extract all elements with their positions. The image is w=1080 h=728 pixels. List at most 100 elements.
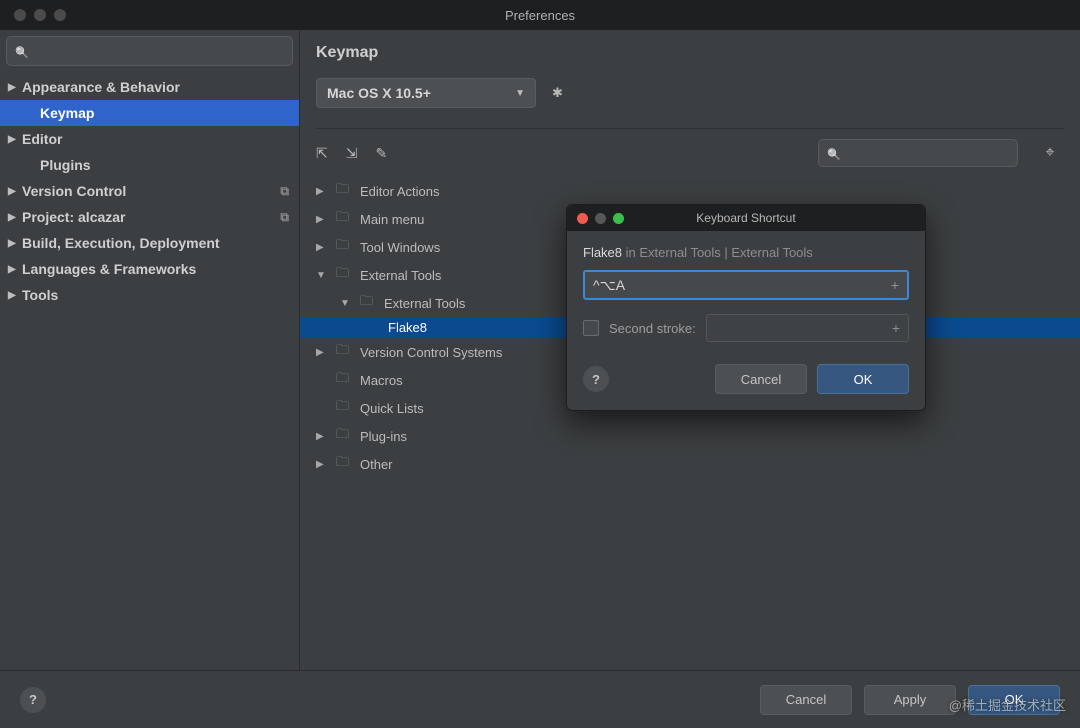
folder-icon: 🗀 — [336, 264, 352, 286]
help-button[interactable]: ? — [583, 366, 609, 392]
second-stroke-row: Second stroke: + — [583, 314, 909, 342]
tree-label: External Tools — [360, 268, 441, 283]
button-label: Apply — [894, 692, 927, 707]
crumb-weak: in External Tools | External Tools — [622, 245, 813, 260]
badge-icon: ⧉ — [280, 184, 289, 199]
dropdown-value: Mac OS X 10.5+ — [327, 85, 431, 101]
sidebar-item-label: Version Control — [22, 183, 126, 199]
watermark: @稀土掘金技术社区 — [949, 695, 1066, 714]
apply-button[interactable]: Apply — [864, 685, 956, 715]
shortcut-input[interactable]: ^⌥A + — [583, 270, 909, 300]
keymap-scheme-dropdown[interactable]: Mac OS X 10.5+ ▼ — [316, 78, 536, 108]
close-icon[interactable] — [14, 9, 26, 21]
dialog-title: Keyboard Shortcut — [696, 211, 795, 225]
dialog-cancel-button[interactable]: Cancel — [715, 364, 807, 394]
second-stroke-checkbox[interactable] — [583, 320, 599, 336]
traffic-lights — [14, 9, 66, 21]
help-button[interactable]: ? — [20, 687, 46, 713]
sidebar-item-label: Editor — [22, 131, 62, 147]
collapse-all-icon[interactable]: ⇲ — [346, 145, 358, 162]
minimize-icon — [595, 213, 606, 224]
dialog-ok-button[interactable]: OK — [817, 364, 909, 394]
sidebar-item-keymap[interactable]: Keymap — [0, 100, 299, 126]
add-icon[interactable]: + — [892, 320, 900, 336]
dialog-titlebar: Keyboard Shortcut — [567, 205, 925, 231]
tree-label: Tool Windows — [360, 240, 440, 255]
maximize-icon[interactable] — [613, 213, 624, 224]
sidebar-item-languages[interactable]: ▶ Languages & Frameworks — [0, 256, 299, 282]
chevron-right-icon: ▶ — [316, 214, 328, 225]
sidebar-item-label: Keymap — [40, 105, 94, 121]
chevron-right-icon: ▶ — [8, 186, 16, 197]
tree-label: Quick Lists — [360, 401, 424, 416]
chevron-right-icon: ▶ — [8, 82, 16, 93]
chevron-right-icon: ▶ — [316, 347, 328, 358]
folder-icon: 🗀 — [336, 369, 352, 391]
dialog-traffic-lights — [577, 213, 624, 224]
chevron-right-icon: ▶ — [316, 186, 328, 197]
button-label: Cancel — [786, 692, 826, 707]
sidebar-item-build[interactable]: ▶ Build, Execution, Deployment — [0, 230, 299, 256]
second-stroke-input[interactable]: + — [706, 314, 909, 342]
tree-node-editor-actions[interactable]: ▶ 🗀 Editor Actions — [316, 177, 1080, 205]
sidebar-item-label: Appearance & Behavior — [22, 79, 180, 95]
chevron-right-icon: ▶ — [8, 134, 16, 145]
tree-label: External Tools — [384, 296, 465, 311]
close-icon[interactable] — [577, 213, 588, 224]
chevron-right-icon: ▶ — [8, 264, 16, 275]
sidebar-item-appearance[interactable]: ▶ Appearance & Behavior — [0, 74, 299, 100]
search-icon — [827, 146, 841, 161]
chevron-right-icon: ▶ — [8, 290, 16, 301]
sidebar: ▶ Appearance & Behavior Keymap ▶ Editor … — [0, 30, 300, 728]
keymap-toolbar: ⇱ ⇲ ✎ ⌖ — [300, 129, 1080, 177]
tree-label: Flake8 — [388, 320, 427, 335]
page-title: Keymap — [300, 30, 1080, 70]
keymap-scheme-row: Mac OS X 10.5+ ▼ ✱ — [300, 70, 1080, 128]
dialog-breadcrumb: Flake8 in External Tools | External Tool… — [583, 245, 909, 260]
add-icon[interactable]: + — [891, 277, 899, 293]
sidebar-item-label: Build, Execution, Deployment — [22, 235, 220, 251]
expand-all-icon[interactable]: ⇱ — [316, 145, 328, 162]
keymap-search-input[interactable] — [818, 139, 1018, 167]
folder-icon: 🗀 — [336, 453, 352, 475]
cancel-button[interactable]: Cancel — [760, 685, 852, 715]
search-icon — [15, 44, 29, 59]
button-label: Cancel — [741, 372, 781, 387]
sidebar-item-tools[interactable]: ▶ Tools — [0, 282, 299, 308]
chevron-down-icon: ▼ — [340, 298, 352, 309]
sidebar-search-input[interactable] — [6, 36, 293, 66]
sidebar-item-plugins[interactable]: Plugins — [0, 152, 299, 178]
dialog-body: Flake8 in External Tools | External Tool… — [567, 231, 925, 352]
second-stroke-label: Second stroke: — [609, 321, 696, 336]
sidebar-item-vcs[interactable]: ▶ Version Control ⧉ — [0, 178, 299, 204]
button-label: OK — [854, 372, 873, 387]
keyboard-shortcut-dialog: Keyboard Shortcut Flake8 in External Too… — [566, 204, 926, 411]
chevron-right-icon: ▶ — [8, 212, 16, 223]
tree-label: Plug-ins — [360, 429, 407, 444]
chevron-down-icon: ▼ — [515, 88, 525, 99]
sidebar-tree: ▶ Appearance & Behavior Keymap ▶ Editor … — [0, 70, 299, 728]
folder-icon: 🗀 — [336, 341, 352, 363]
tree-node-plug-ins[interactable]: ▶ 🗀 Plug-ins — [316, 422, 1080, 450]
chevron-right-icon: ▶ — [8, 238, 16, 249]
footer: ? Cancel Apply OK — [0, 670, 1080, 728]
folder-icon: 🗀 — [336, 236, 352, 258]
sidebar-item-editor[interactable]: ▶ Editor — [0, 126, 299, 152]
badge-icon: ⧉ — [280, 210, 289, 225]
chevron-right-icon: ▶ — [316, 431, 328, 442]
folder-icon: 🗀 — [336, 425, 352, 447]
maximize-icon[interactable] — [54, 9, 66, 21]
find-shortcut-icon[interactable]: ⌖ — [1036, 139, 1064, 167]
gear-icon[interactable]: ✱ — [552, 85, 563, 101]
folder-icon: 🗀 — [336, 208, 352, 230]
tree-label: Editor Actions — [360, 184, 440, 199]
folder-icon: 🗀 — [360, 292, 376, 314]
minimize-icon[interactable] — [34, 9, 46, 21]
chevron-right-icon: ▶ — [316, 242, 328, 253]
chevron-down-icon: ▼ — [316, 270, 328, 281]
window-title: Preferences — [505, 8, 575, 23]
sidebar-item-project[interactable]: ▶ Project: alcazar ⧉ — [0, 204, 299, 230]
tree-node-other[interactable]: ▶ 🗀 Other — [316, 450, 1080, 478]
edit-icon[interactable]: ✎ — [375, 145, 387, 162]
dialog-footer: ? Cancel OK — [567, 352, 925, 410]
